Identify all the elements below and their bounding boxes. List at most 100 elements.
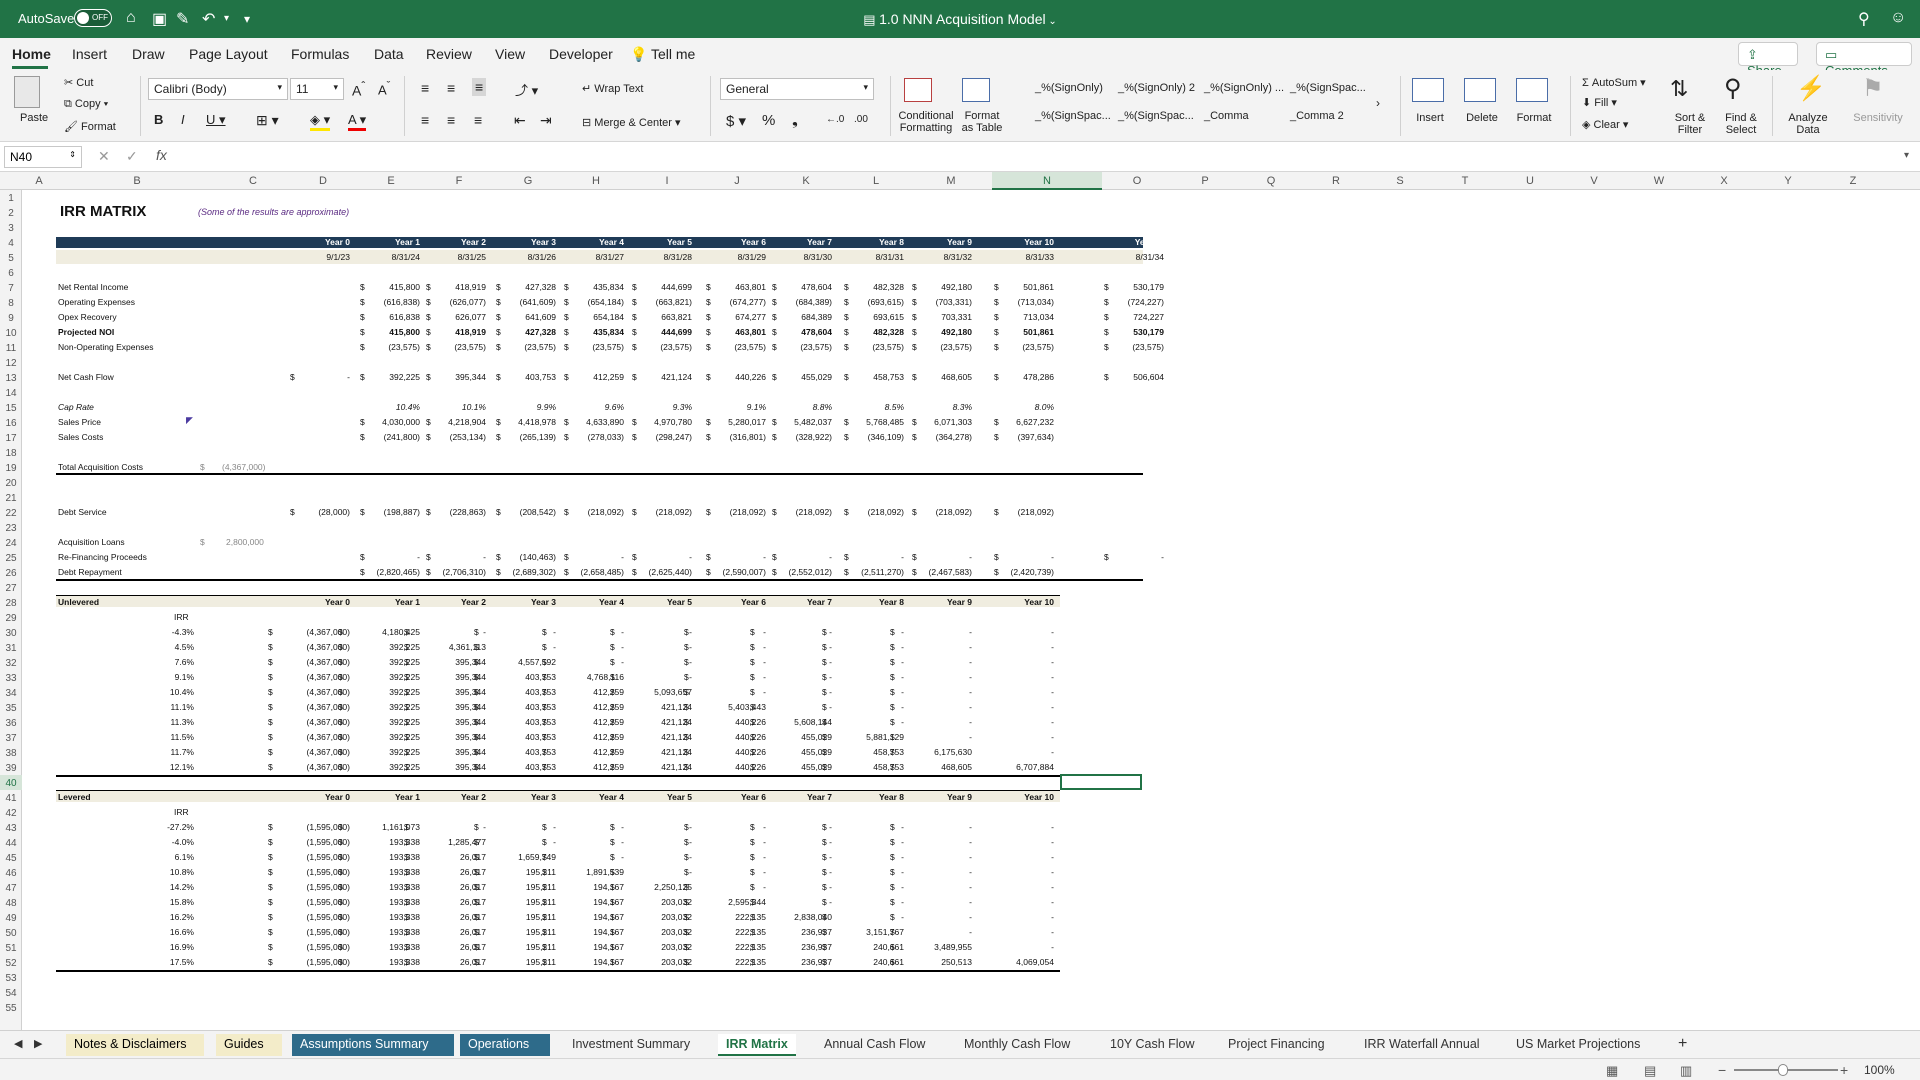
row-header-41[interactable]: 41 — [0, 793, 22, 804]
find-select-button[interactable]: Find & Select — [1718, 112, 1764, 136]
insert-function-icon[interactable]: fx — [156, 147, 167, 163]
autosum-button[interactable]: Σ AutoSum ▾ — [1582, 76, 1646, 89]
normal-view-icon[interactable]: ▦ — [1606, 1063, 1618, 1079]
row-header-40[interactable]: 40 — [0, 775, 22, 790]
next-sheet-icon[interactable]: ▶ — [26, 1034, 50, 1056]
row-header-35[interactable]: 35 — [0, 703, 22, 714]
row-header-27[interactable]: 27 — [0, 583, 22, 594]
tab-view[interactable]: View — [495, 46, 525, 62]
column-header-A[interactable]: A — [22, 175, 56, 187]
row-header-24[interactable]: 24 — [0, 538, 22, 549]
row-header-12[interactable]: 12 — [0, 358, 22, 369]
align-middle-icon[interactable]: ≡ — [447, 80, 455, 96]
column-header-T[interactable]: T — [1432, 175, 1498, 187]
decrease-font-icon[interactable]: Aˇ — [378, 80, 390, 97]
row-header-53[interactable]: 53 — [0, 973, 22, 984]
decrease-decimal-icon[interactable]: .00 — [854, 114, 868, 125]
underline-button[interactable]: U ▾ — [206, 112, 226, 128]
row-header-8[interactable]: 8 — [0, 298, 22, 309]
row-header-49[interactable]: 49 — [0, 913, 22, 924]
row-header-18[interactable]: 18 — [0, 448, 22, 459]
column-header-I[interactable]: I — [630, 175, 704, 187]
sheet-tab-guides[interactable]: Guides — [216, 1034, 282, 1056]
row-header-50[interactable]: 50 — [0, 928, 22, 939]
style-signspac-1[interactable]: _%(SignSpac... — [1290, 82, 1366, 94]
style-signspac-2[interactable]: _%(SignSpac... — [1035, 110, 1111, 122]
zoom-out-icon[interactable]: − — [1718, 1062, 1726, 1078]
column-header-Y[interactable]: Y — [1756, 175, 1820, 187]
row-header-45[interactable]: 45 — [0, 853, 22, 864]
increase-font-icon[interactable]: Aˆ — [352, 80, 365, 99]
column-header-G[interactable]: G — [494, 175, 562, 187]
row-header-6[interactable]: 6 — [0, 268, 22, 279]
column-header-N[interactable]: N — [992, 172, 1102, 190]
align-left-icon[interactable]: ≡ — [421, 112, 429, 128]
column-header-P[interactable]: P — [1172, 175, 1238, 187]
conditional-formatting-icon[interactable] — [904, 78, 932, 102]
cut-button[interactable]: ✂ Cut — [64, 76, 93, 89]
row-header-52[interactable]: 52 — [0, 958, 22, 969]
row-header-13[interactable]: 13 — [0, 373, 22, 384]
number-format-select[interactable]: General ▾ — [720, 78, 874, 100]
paste-icon[interactable] — [14, 76, 40, 108]
zoom-level[interactable]: 100% — [1864, 1063, 1895, 1077]
style-comma[interactable]: _Comma — [1204, 110, 1249, 122]
column-header-L[interactable]: L — [842, 175, 910, 187]
conditional-formatting-button[interactable]: Conditional Formatting — [894, 110, 958, 134]
zoom-slider-thumb[interactable] — [1778, 1064, 1788, 1076]
row-header-28[interactable]: 28 — [0, 598, 22, 609]
column-header-Q[interactable]: Q — [1238, 175, 1304, 187]
column-header-F[interactable]: F — [424, 175, 494, 187]
column-header-J[interactable]: J — [704, 175, 770, 187]
column-header-M[interactable]: M — [910, 175, 992, 187]
row-header-5[interactable]: 5 — [0, 253, 22, 264]
search-icon[interactable]: ⚲ — [1858, 9, 1870, 29]
sort-filter-icon[interactable]: ⇅ — [1670, 76, 1688, 102]
expand-formula-icon[interactable]: ▾ — [1904, 150, 1909, 161]
row-header-30[interactable]: 30 — [0, 628, 22, 639]
row-header-15[interactable]: 15 — [0, 403, 22, 414]
row-header-23[interactable]: 23 — [0, 523, 22, 534]
clear-button[interactable]: ◈ Clear ▾ — [1582, 118, 1628, 131]
row-header-2[interactable]: 2 — [0, 208, 22, 219]
style-signonly-3[interactable]: _%(SignOnly) ... — [1204, 82, 1284, 94]
row-header-37[interactable]: 37 — [0, 733, 22, 744]
tab-data[interactable]: Data — [374, 46, 404, 62]
currency-icon[interactable]: $ ▾ — [726, 112, 746, 130]
tab-formulas[interactable]: Formulas — [291, 46, 349, 62]
row-header-55[interactable]: 55 — [0, 1003, 22, 1014]
zoom-in-icon[interactable]: + — [1840, 1062, 1848, 1078]
row-header-39[interactable]: 39 — [0, 763, 22, 774]
column-header-U[interactable]: U — [1498, 175, 1562, 187]
row-header-34[interactable]: 34 — [0, 688, 22, 699]
row-header-42[interactable]: 42 — [0, 808, 22, 819]
sheet-tab-notes[interactable]: Notes & Disclaimers — [66, 1034, 204, 1056]
row-header-38[interactable]: 38 — [0, 748, 22, 759]
row-header-7[interactable]: 7 — [0, 283, 22, 294]
analyze-data-button[interactable]: Analyze Data — [1786, 112, 1830, 136]
column-header-X[interactable]: X — [1692, 175, 1756, 187]
cancel-icon[interactable]: ✕ — [98, 148, 110, 165]
tab-home[interactable]: Home — [12, 46, 51, 62]
format-as-table-icon[interactable] — [962, 78, 990, 102]
row-header-31[interactable]: 31 — [0, 643, 22, 654]
align-center-icon[interactable]: ≡ — [447, 112, 455, 128]
column-header-S[interactable]: S — [1368, 175, 1432, 187]
column-header-K[interactable]: K — [770, 175, 842, 187]
row-header-48[interactable]: 48 — [0, 898, 22, 909]
row-header-19[interactable]: 19 — [0, 463, 22, 474]
formula-input[interactable] — [184, 146, 1884, 168]
sheet-tab-annual-cash-flow[interactable]: Annual Cash Flow — [816, 1034, 933, 1056]
analyze-data-icon[interactable]: ⚡ — [1796, 74, 1826, 103]
comma-style-icon[interactable]: ❟ — [792, 112, 798, 129]
column-header-O[interactable]: O — [1102, 175, 1172, 187]
row-header-29[interactable]: 29 — [0, 613, 22, 624]
increase-indent-icon[interactable]: ⇥ — [540, 112, 552, 129]
font-size-select[interactable]: 11 ▾ — [290, 78, 344, 100]
column-header-H[interactable]: H — [562, 175, 630, 187]
page-break-view-icon[interactable]: ▥ — [1680, 1063, 1692, 1079]
sheet-tab-us-market[interactable]: US Market Projections — [1508, 1034, 1648, 1056]
sort-filter-button[interactable]: Sort & Filter — [1668, 112, 1712, 136]
row-header-14[interactable]: 14 — [0, 388, 22, 399]
row-header-16[interactable]: 16 — [0, 418, 22, 429]
